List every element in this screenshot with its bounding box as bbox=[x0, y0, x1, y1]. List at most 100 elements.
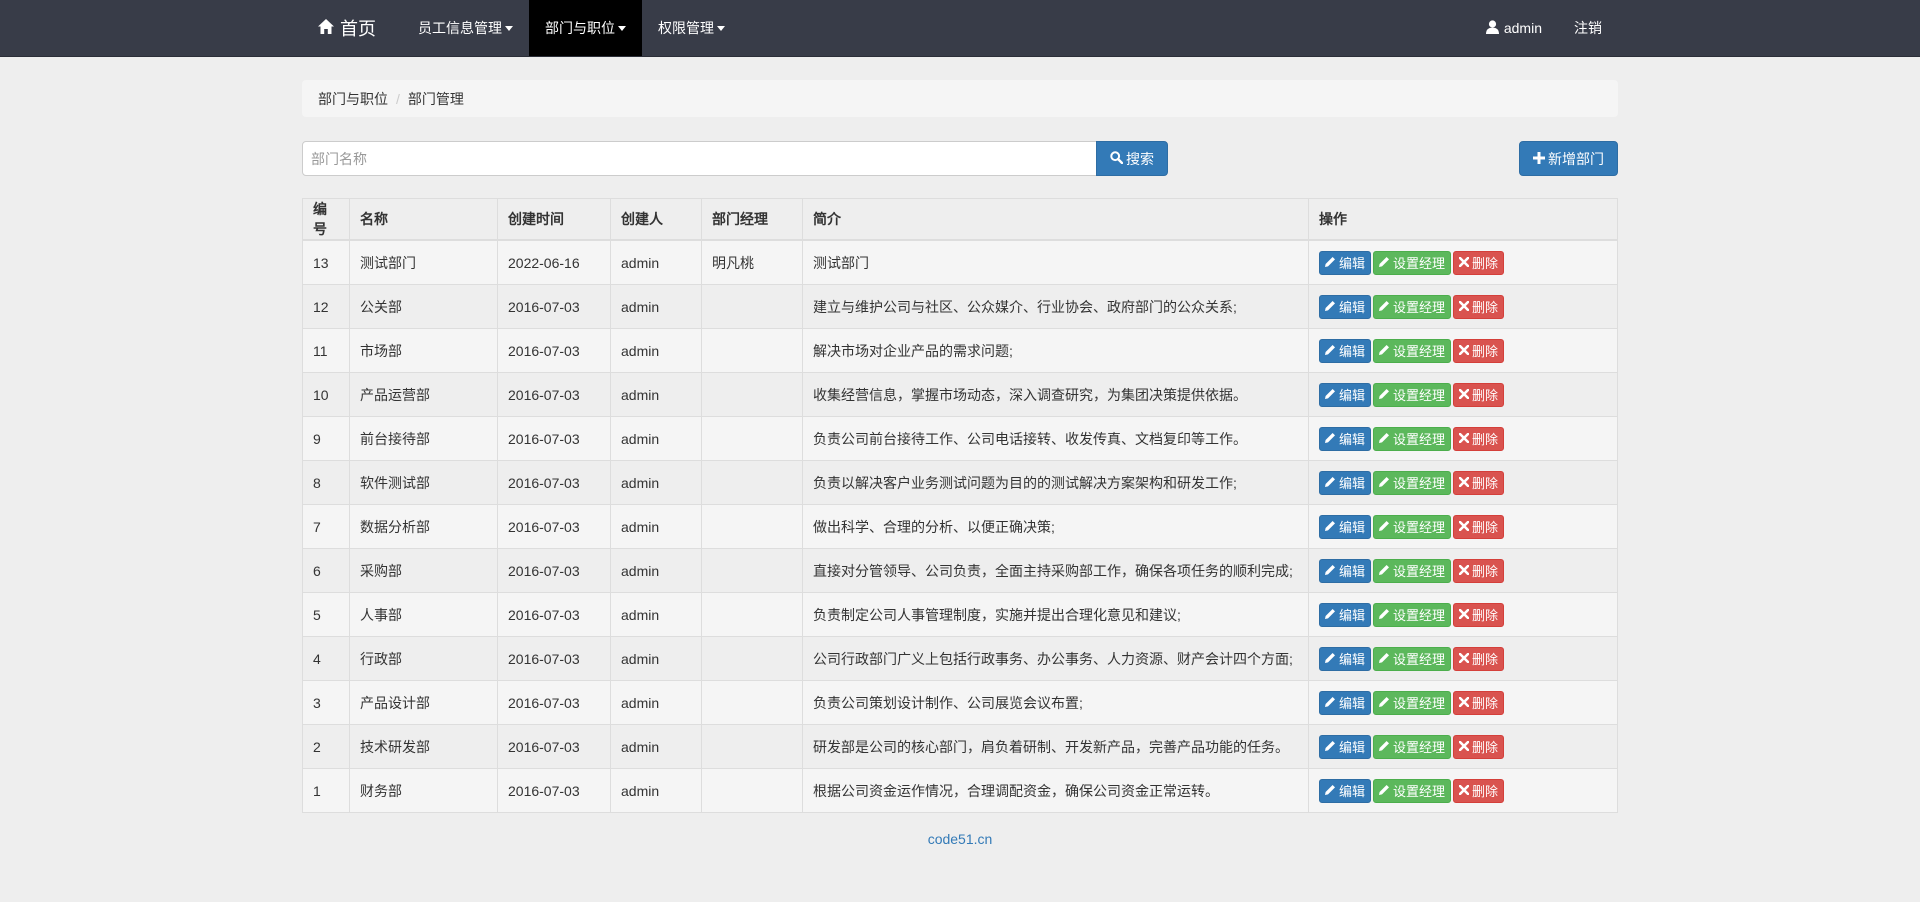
cell-name: 人事部 bbox=[349, 592, 498, 637]
delete-button[interactable]: 删除 bbox=[1453, 646, 1505, 671]
add-department-button[interactable]: 新增部门 bbox=[1519, 141, 1618, 176]
edit-button[interactable]: 编辑 bbox=[1319, 514, 1372, 539]
remove-icon bbox=[1458, 563, 1472, 578]
pencil-icon bbox=[1379, 563, 1393, 578]
nav-menu-department[interactable]: 部门与职位 bbox=[529, 0, 642, 56]
remove-icon bbox=[1458, 651, 1472, 666]
cell-created: 2016-07-03 bbox=[497, 592, 611, 637]
delete-button[interactable]: 删除 bbox=[1453, 558, 1505, 583]
edit-button[interactable]: 编辑 bbox=[1319, 778, 1372, 803]
delete-button[interactable]: 删除 bbox=[1453, 338, 1505, 363]
edit-button[interactable]: 编辑 bbox=[1319, 734, 1372, 759]
cell-creator: admin bbox=[610, 239, 702, 285]
set-manager-button[interactable]: 设置经理 bbox=[1373, 250, 1452, 275]
set-manager-button[interactable]: 设置经理 bbox=[1373, 294, 1452, 319]
edit-button-label: 编辑 bbox=[1339, 740, 1366, 755]
set-manager-button[interactable]: 设置经理 bbox=[1373, 470, 1452, 495]
set-manager-button[interactable]: 设置经理 bbox=[1373, 602, 1452, 627]
delete-button[interactable]: 删除 bbox=[1453, 734, 1505, 759]
home-link[interactable]: 首页 bbox=[302, 0, 392, 56]
edit-button[interactable]: 编辑 bbox=[1319, 294, 1372, 319]
delete-button[interactable]: 删除 bbox=[1453, 778, 1505, 803]
delete-button-label: 删除 bbox=[1472, 652, 1499, 667]
delete-button[interactable]: 删除 bbox=[1453, 294, 1505, 319]
column-header-creator: 创建人 bbox=[610, 198, 702, 241]
cell-manager bbox=[701, 724, 803, 769]
edit-button[interactable]: 编辑 bbox=[1319, 558, 1372, 583]
set-manager-button[interactable]: 设置经理 bbox=[1373, 382, 1452, 407]
edit-button-label: 编辑 bbox=[1339, 476, 1366, 491]
cell-name: 软件测试部 bbox=[349, 460, 498, 505]
nav-menu-permission[interactable]: 权限管理 bbox=[642, 0, 741, 56]
edit-button-label: 编辑 bbox=[1339, 256, 1366, 271]
table-row: 9 前台接待部 2016-07-03 admin 负责公司前台接待工作、公司电话接转、收… bbox=[302, 416, 1618, 461]
set-manager-button[interactable]: 设置经理 bbox=[1373, 514, 1452, 539]
search-button[interactable]: 搜索 bbox=[1096, 141, 1168, 176]
cell-creator: admin bbox=[610, 636, 702, 681]
edit-button-label: 编辑 bbox=[1339, 388, 1366, 403]
pencil-icon bbox=[1325, 563, 1339, 578]
set-manager-button[interactable]: 设置经理 bbox=[1373, 338, 1452, 363]
cell-description: 负责制定公司人事管理制度，实施并提出合理化意见和建议; bbox=[802, 592, 1309, 637]
delete-button[interactable]: 删除 bbox=[1453, 602, 1505, 627]
delete-button-label: 删除 bbox=[1472, 696, 1499, 711]
logout-link[interactable]: 注销 bbox=[1558, 0, 1618, 56]
edit-button[interactable]: 编辑 bbox=[1319, 382, 1372, 407]
pencil-icon bbox=[1325, 475, 1339, 490]
cell-actions: 编辑 设置经理 删除 bbox=[1308, 680, 1618, 725]
cell-manager: 明凡桃 bbox=[701, 239, 803, 285]
footer-link[interactable]: code51.cn bbox=[0, 831, 1920, 847]
cell-creator: admin bbox=[610, 504, 702, 549]
set-manager-button[interactable]: 设置经理 bbox=[1373, 426, 1452, 451]
caret-down-icon bbox=[505, 25, 513, 31]
remove-icon bbox=[1458, 607, 1472, 622]
edit-button[interactable]: 编辑 bbox=[1319, 470, 1372, 495]
edit-button[interactable]: 编辑 bbox=[1319, 690, 1372, 715]
pencil-icon bbox=[1379, 431, 1393, 446]
search-input[interactable] bbox=[302, 141, 1114, 176]
cell-actions: 编辑 设置经理 删除 bbox=[1308, 239, 1618, 285]
set-manager-button[interactable]: 设置经理 bbox=[1373, 646, 1452, 671]
delete-button[interactable]: 删除 bbox=[1453, 470, 1505, 495]
breadcrumb-separator: / bbox=[396, 90, 400, 107]
pencil-icon bbox=[1325, 431, 1339, 446]
edit-button-label: 编辑 bbox=[1339, 652, 1366, 667]
cell-description: 解决市场对企业产品的需求问题; bbox=[802, 328, 1309, 373]
add-department-label: 新增部门 bbox=[1548, 150, 1604, 167]
breadcrumb-parent[interactable]: 部门与职位 bbox=[318, 89, 388, 109]
delete-button[interactable]: 删除 bbox=[1453, 382, 1505, 407]
nav-menu-employee[interactable]: 员工信息管理 bbox=[402, 0, 529, 56]
set-manager-button[interactable]: 设置经理 bbox=[1373, 558, 1452, 583]
cell-id: 13 bbox=[302, 239, 350, 285]
column-header-manager: 部门经理 bbox=[701, 198, 803, 241]
cell-created: 2016-07-03 bbox=[497, 724, 611, 769]
table-row: 2 技术研发部 2016-07-03 admin 研发部是公司的核心部门，肩负着研制、开… bbox=[302, 724, 1618, 769]
delete-button-label: 删除 bbox=[1472, 300, 1499, 315]
user-menu[interactable]: admin bbox=[1470, 0, 1558, 56]
delete-button[interactable]: 删除 bbox=[1453, 250, 1505, 275]
pencil-icon bbox=[1325, 607, 1339, 622]
edit-button[interactable]: 编辑 bbox=[1319, 602, 1372, 627]
cell-creator: admin bbox=[610, 328, 702, 373]
table-body: 13 测试部门 2022-06-16 admin 明凡桃 测试部门 编辑 设置经理 删除 12 公关… bbox=[302, 239, 1618, 813]
pencil-icon bbox=[1325, 299, 1339, 314]
set-manager-button[interactable]: 设置经理 bbox=[1373, 778, 1452, 803]
cell-created: 2022-06-16 bbox=[497, 239, 611, 285]
remove-icon bbox=[1458, 519, 1472, 534]
edit-button[interactable]: 编辑 bbox=[1319, 426, 1372, 451]
cell-actions: 编辑 设置经理 删除 bbox=[1308, 504, 1618, 549]
cell-creator: admin bbox=[610, 768, 702, 813]
delete-button[interactable]: 删除 bbox=[1453, 690, 1505, 715]
set-manager-button[interactable]: 设置经理 bbox=[1373, 690, 1452, 715]
edit-button[interactable]: 编辑 bbox=[1319, 646, 1372, 671]
delete-button-label: 删除 bbox=[1472, 256, 1499, 271]
delete-button[interactable]: 删除 bbox=[1453, 514, 1505, 539]
cell-manager bbox=[701, 372, 803, 417]
set-manager-button[interactable]: 设置经理 bbox=[1373, 734, 1452, 759]
edit-button[interactable]: 编辑 bbox=[1319, 338, 1372, 363]
delete-button[interactable]: 删除 bbox=[1453, 426, 1505, 451]
pencil-icon bbox=[1379, 607, 1393, 622]
edit-button[interactable]: 编辑 bbox=[1319, 250, 1372, 275]
breadcrumb-current: 部门管理 bbox=[407, 90, 464, 107]
pencil-icon bbox=[1325, 343, 1339, 358]
